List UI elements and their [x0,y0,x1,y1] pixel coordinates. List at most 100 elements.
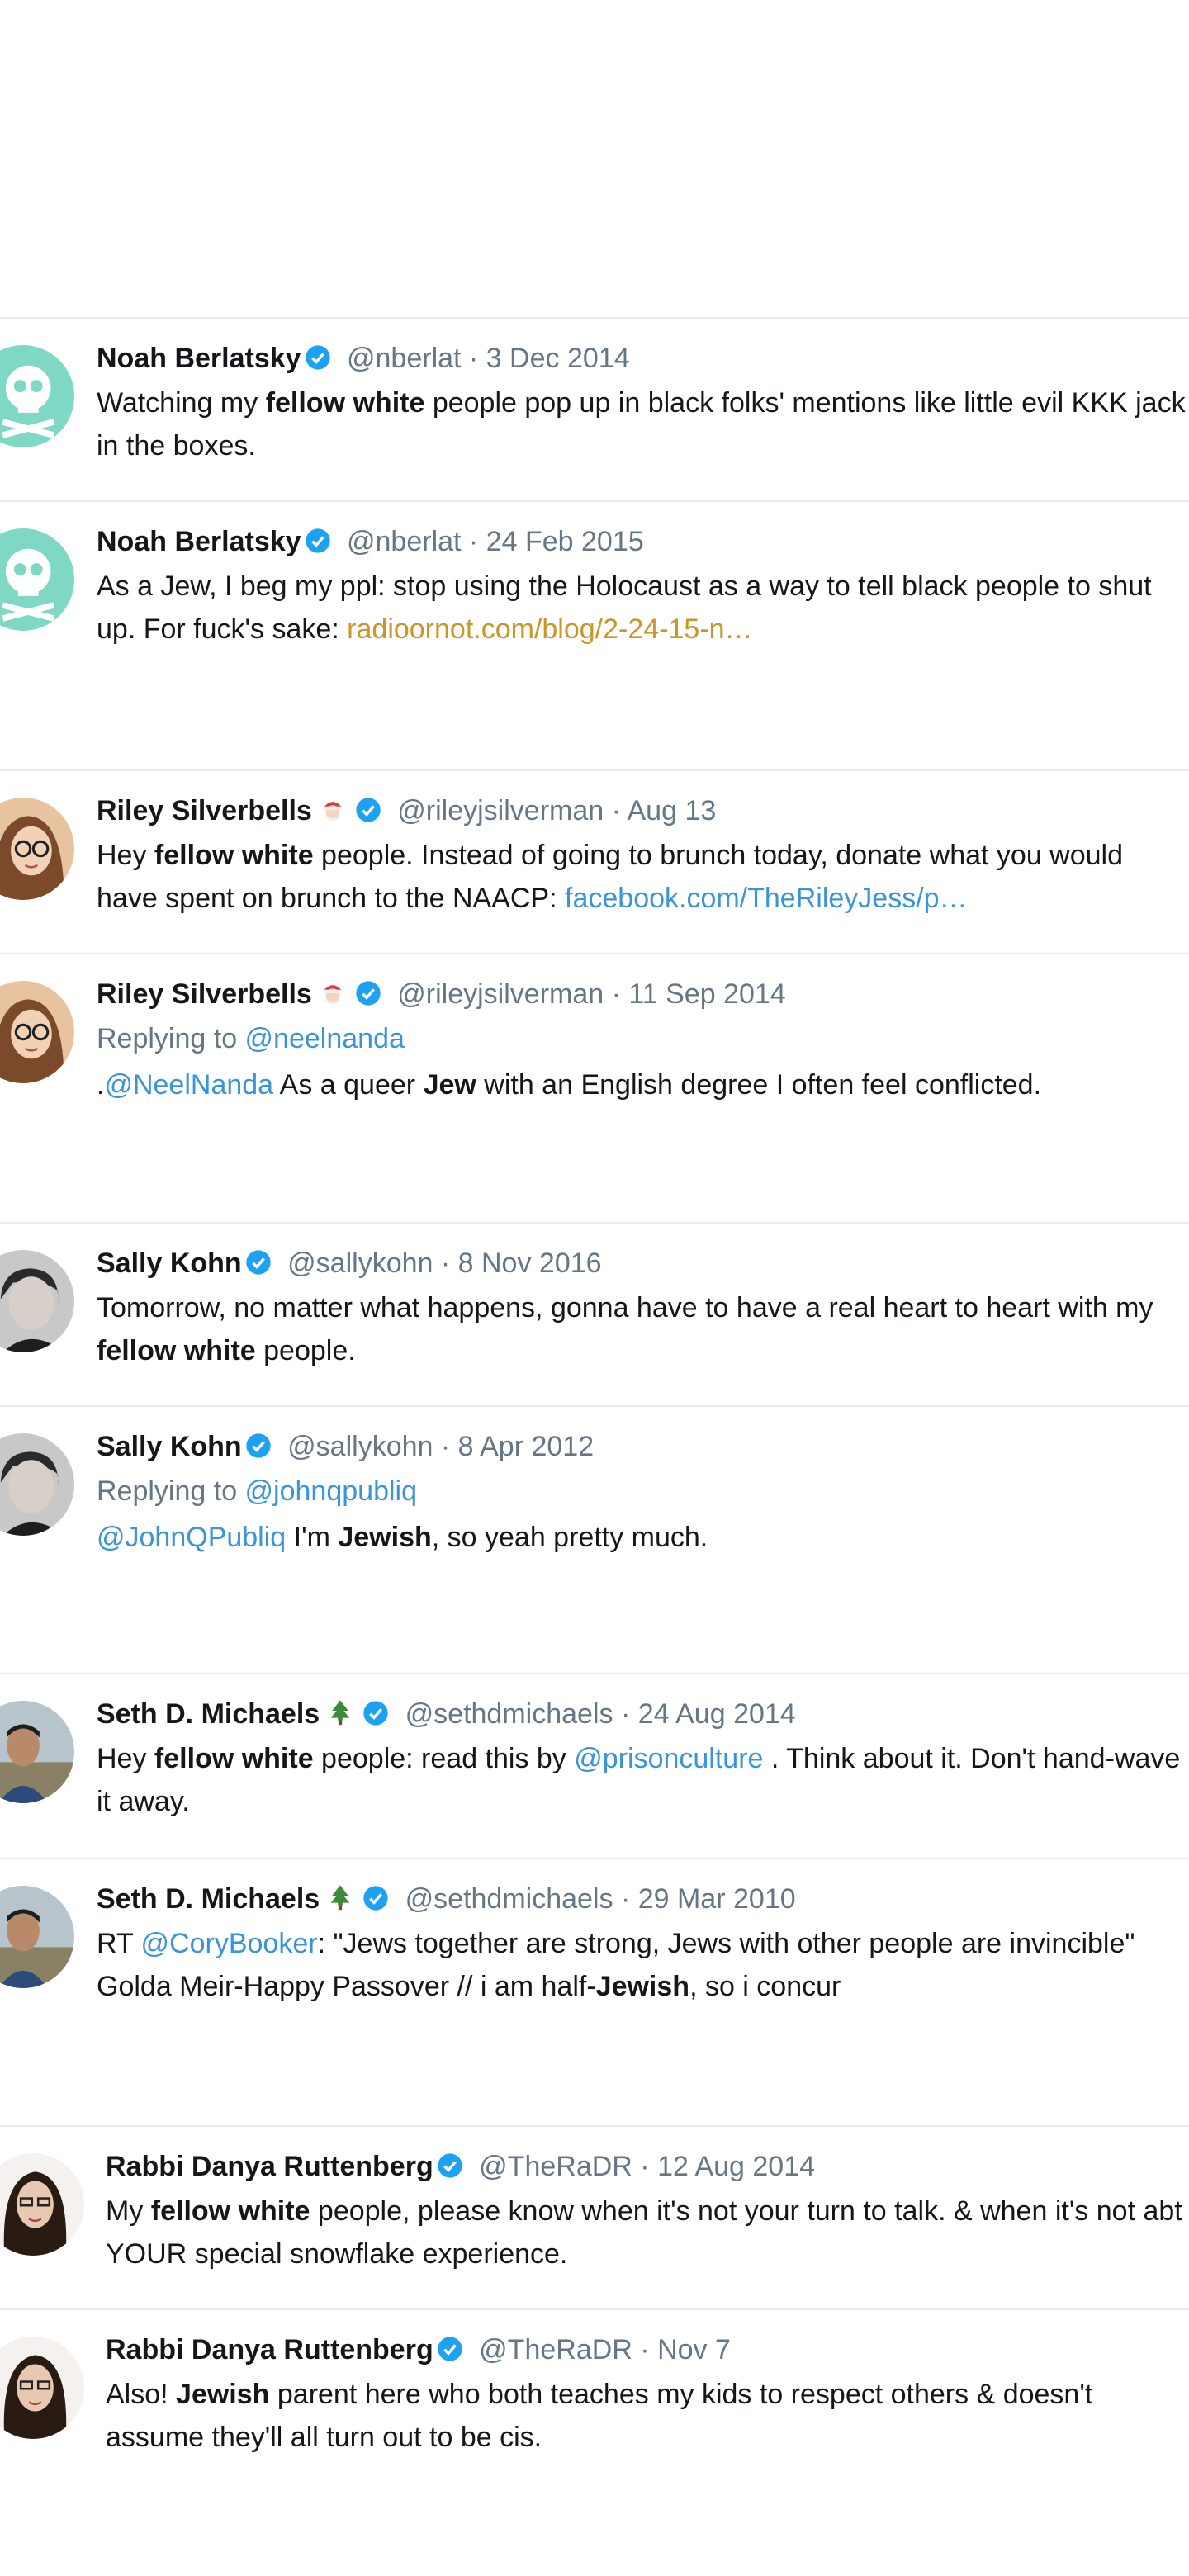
verified-badge-icon [363,1886,388,1911]
reply-handle-link[interactable]: @neelnanda [245,1023,405,1054]
tweet-card[interactable]: Riley Silverbells @rileyjsilverman · 11 … [0,954,1189,1138]
verified-badge-icon [438,2153,462,2178]
timestamp[interactable]: 8 Nov 2016 [458,1248,602,1279]
tweet-card[interactable]: Noah Berlatsky @nberlat · 3 Dec 2014 Wat… [0,319,1189,502]
separator: · [613,1698,638,1730]
avatar[interactable] [0,1433,74,1536]
christmas-tree-emoji-icon [330,1885,350,1911]
reply-handle-link[interactable]: @johnqpubliq [245,1475,417,1507]
timestamp[interactable]: 11 Sep 2014 [628,978,785,1010]
verified-badge-icon [305,345,330,370]
mention-link[interactable]: @prisonculture [574,1743,763,1774]
photo-avatar-icon [0,2153,84,2256]
tweet-card[interactable]: Rabbi Danya Ruttenberg @TheRaDR · Nov 7 … [0,2310,1189,2493]
url-link[interactable]: radioornot.com/blog/2-24-15-n… [347,613,752,645]
display-name[interactable]: Riley Silverbells [97,978,312,1010]
separator: · [604,795,628,826]
christmas-tree-emoji-icon [330,1700,350,1726]
avatar[interactable] [0,2337,84,2439]
tweet-text: Hey fellow white people: read this by @p… [97,1743,1181,1817]
display-name[interactable]: Seth D. Michaels [97,1883,320,1915]
handle[interactable]: @nberlat [347,526,461,557]
handle[interactable]: @TheRaDR [479,2334,632,2365]
tweet-card[interactable]: Sally Kohn @sallykohn · 8 Nov 2016 Tomor… [0,1224,1189,1407]
handle[interactable]: @rileyjsilverman [397,978,604,1010]
tweet-card[interactable]: Seth D. Michaels @sethdmichaels · 29 Mar… [0,1859,1189,2043]
highlight: fellow white [150,2195,310,2227]
tweet-card[interactable]: Noah Berlatsky @nberlat · 24 Feb 2015 As… [0,502,1189,685]
avatar[interactable] [0,981,74,1083]
verified-badge-icon [438,2337,462,2361]
mention-link[interactable]: @NeelNanda [104,1069,273,1101]
cartoon-glasses-avatar-icon [0,981,74,1083]
timestamp[interactable]: 12 Aug 2014 [657,2151,815,2182]
tweet-text: Hey fellow white people. Instead of goin… [97,840,1124,914]
display-name[interactable]: Noah Berlatsky [97,343,301,374]
photo-avatar-icon [0,1886,74,1988]
timestamp[interactable]: 3 Dec 2014 [486,343,630,374]
timestamp[interactable]: 24 Aug 2014 [638,1698,796,1730]
display-name[interactable]: Sally Kohn [97,1248,242,1279]
display-name[interactable]: Riley Silverbells [97,795,312,826]
mention-link[interactable]: @CoryBooker [141,1928,318,1959]
avatar[interactable] [0,1886,74,1988]
tweet-card[interactable]: Riley Silverbells @rileyjsilverman · Aug… [0,771,1189,954]
timestamp[interactable]: 8 Apr 2012 [458,1431,594,1462]
highlight: fellow white [265,387,425,419]
avatar[interactable] [0,1250,74,1352]
avatar[interactable] [0,528,74,631]
timestamp[interactable]: 29 Mar 2010 [638,1883,796,1915]
separator: · [632,2334,658,2365]
tweet-card[interactable]: Sally Kohn @sallykohn · 8 Apr 2012 Reply… [0,1407,1189,1590]
photo-avatar-icon [0,2337,84,2439]
highlight: fellow white [97,1335,256,1366]
separator: · [433,1248,458,1279]
display-name[interactable]: Rabbi Danya Ruttenberg [106,2334,433,2365]
cartoon-glasses-avatar-icon [0,798,74,900]
highlight: Jew [423,1069,476,1101]
display-name[interactable]: Noah Berlatsky [97,526,301,557]
avatar[interactable] [0,345,74,447]
verified-badge-icon [363,1701,388,1726]
handle[interactable]: @sethdmichaels [405,1698,613,1730]
separator: · [604,978,629,1010]
handle[interactable]: @nberlat [347,343,461,374]
url-link[interactable]: facebook.com/TheRileyJess/p… [565,883,968,914]
tweet-text: As a Jew, I beg my ppl: stop using the H… [97,571,1152,645]
tweet-text: @JohnQPubliq I'm Jewish, so yeah pretty … [97,1522,708,1553]
handle[interactable]: @sallykohn [287,1431,433,1462]
handle[interactable]: @sallykohn [287,1248,433,1279]
timestamp[interactable]: Nov 7 [657,2334,731,2365]
tweet-text: My fellow white people, please know when… [106,2195,1182,2270]
timestamp[interactable]: 24 Feb 2015 [486,526,644,557]
skull-avatar-icon [0,345,74,447]
handle[interactable]: @rileyjsilverman [397,795,604,826]
replying-to: Replying to @johnqpubliq [97,1475,417,1507]
mention-link[interactable]: @JohnQPubliq [97,1522,286,1553]
highlight: Jewish [595,1971,690,2002]
display-name[interactable]: Seth D. Michaels [97,1698,320,1730]
timestamp[interactable]: Aug 13 [628,795,717,826]
santa-emoji-icon [323,985,343,1005]
tweet-text: Watching my fellow white people pop up i… [97,387,1186,462]
display-name[interactable]: Sally Kohn [97,1431,242,1462]
skull-avatar-icon [0,528,74,631]
photo-avatar-icon [0,1250,74,1352]
handle[interactable]: @sethdmichaels [405,1883,613,1915]
separator: · [613,1883,638,1915]
avatar[interactable] [0,1701,74,1803]
highlight: fellow white [154,840,314,871]
handle[interactable]: @TheRaDR [479,2151,632,2182]
highlight: Jewish [338,1522,432,1553]
avatar[interactable] [0,2153,84,2256]
verified-badge-icon [305,528,330,553]
photo-avatar-icon [0,1701,74,1803]
separator: · [461,526,486,557]
tweet-text: Tomorrow, no matter what happens, gonna … [97,1292,1153,1366]
santa-emoji-icon [323,802,343,822]
display-name[interactable]: Rabbi Danya Ruttenberg [106,2151,433,2182]
tweet-card[interactable]: Rabbi Danya Ruttenberg @TheRaDR · 12 Aug… [0,2127,1189,2310]
tweet-text: .@NeelNanda As a queer Jew with an Engli… [97,1069,1042,1101]
avatar[interactable] [0,798,74,900]
tweet-card[interactable]: Seth D. Michaels @sethdmichaels · 24 Aug… [0,1674,1189,1858]
